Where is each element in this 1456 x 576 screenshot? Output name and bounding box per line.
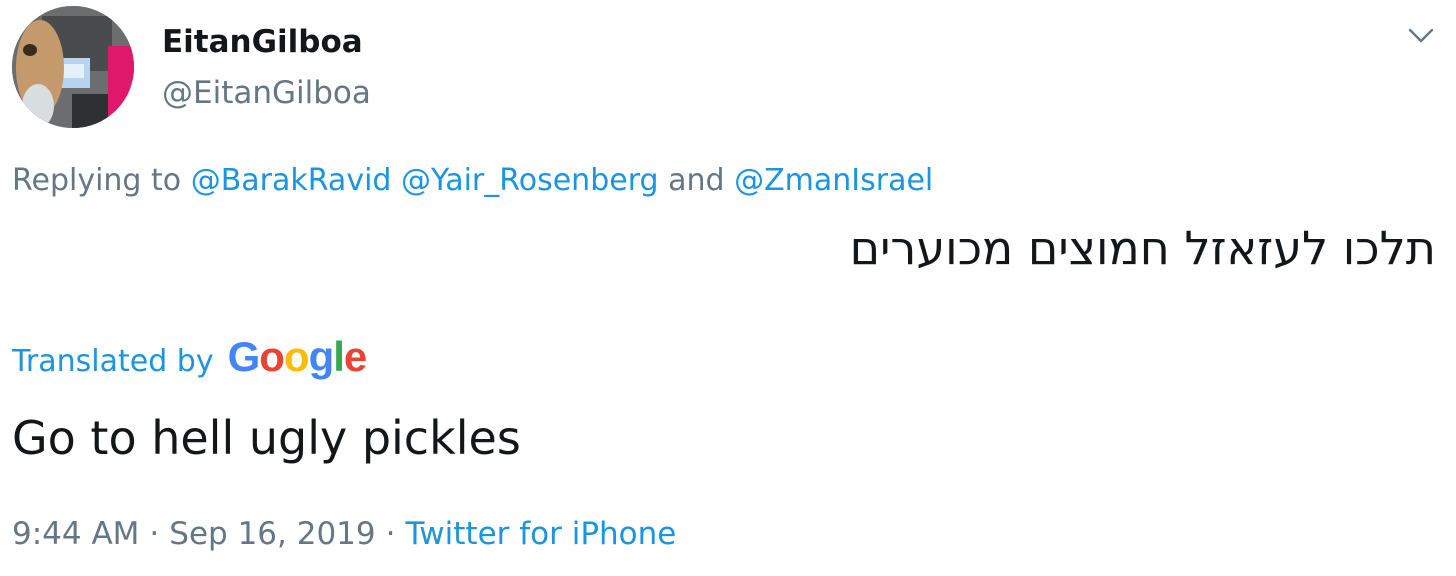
mention-link[interactable]: @BarakRavid <box>191 163 392 198</box>
google-logo[interactable]: Google <box>228 335 368 379</box>
avatar[interactable] <box>12 6 134 128</box>
tweet-source-link[interactable]: Twitter for iPhone <box>405 516 676 552</box>
replying-to-label: Replying to <box>12 163 182 198</box>
replying-to: Replying to @BarakRavid @Yair_Rosenberg … <box>12 161 933 201</box>
mention-conjunction: and <box>668 163 725 198</box>
avatar-image <box>12 6 134 128</box>
user-handle[interactable]: @EitanGilboa <box>162 73 371 113</box>
mention-link[interactable]: @ZmanIsrael <box>734 163 933 198</box>
tweet-card: EitanGilboa @EitanGilboa Replying to @Ba… <box>0 0 1456 576</box>
mention-link[interactable]: @Yair_Rosenberg <box>401 163 659 198</box>
chevron-down-icon[interactable] <box>1406 20 1436 50</box>
tweet-meta: 9:44 AM · Sep 16, 2019 · Twitter for iPhone <box>12 514 676 554</box>
display-name[interactable]: EitanGilboa <box>162 22 363 62</box>
translated-by: Translated by Google <box>12 335 368 384</box>
meta-separator: · <box>385 516 396 552</box>
tweet-time[interactable]: 9:44 AM <box>12 516 139 552</box>
tweet-date[interactable]: Sep 16, 2019 <box>169 516 375 552</box>
translated-by-label: Translated by <box>12 344 214 379</box>
meta-separator: · <box>149 516 160 552</box>
tweet-text: תלכו לעזאזל חמוצים מכוערים <box>849 221 1436 275</box>
translated-text: Go to hell ugly pickles <box>12 411 521 465</box>
